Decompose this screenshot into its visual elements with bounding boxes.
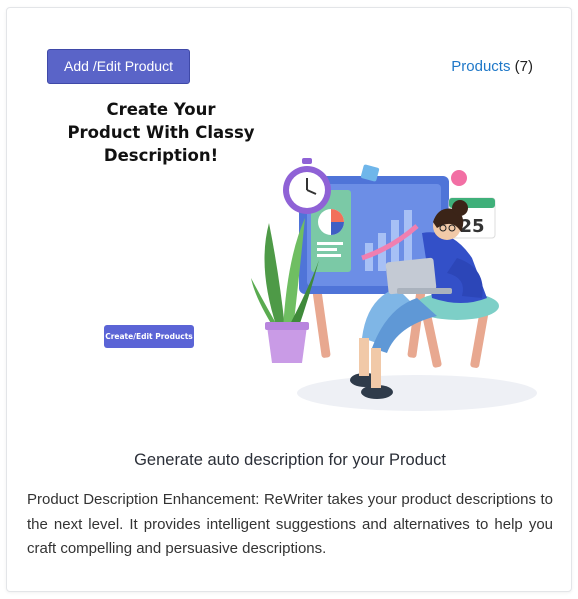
hero-title: Create Your Product With Classy Descript… [56,98,266,167]
products-count: (7) [514,58,533,75]
chair-icon [415,292,499,368]
stopwatch-icon [283,158,331,214]
products-link-label[interactable]: Products [451,58,510,75]
product-description: Product Description Enhancement: ReWrite… [27,491,553,557]
product-card: Add /Edit Product Products (7) Create Yo… [6,7,572,592]
section-heading: Generate auto description for your Produ… [134,451,446,469]
hero-illustration: 25 [251,158,537,411]
hero-title-line-1: Create Your [106,100,216,119]
add-edit-product-button[interactable]: Add /Edit Product [47,49,190,84]
hero-title-line-3: Description! [103,146,219,165]
hero-title-line-2: Product With Classy [67,123,255,142]
create-edit-products-button[interactable]: Create/Edit Products [104,325,194,348]
floor-shadow [297,375,537,411]
calendar-day: 25 [459,216,484,237]
products-link[interactable]: Products (7) [451,58,533,75]
